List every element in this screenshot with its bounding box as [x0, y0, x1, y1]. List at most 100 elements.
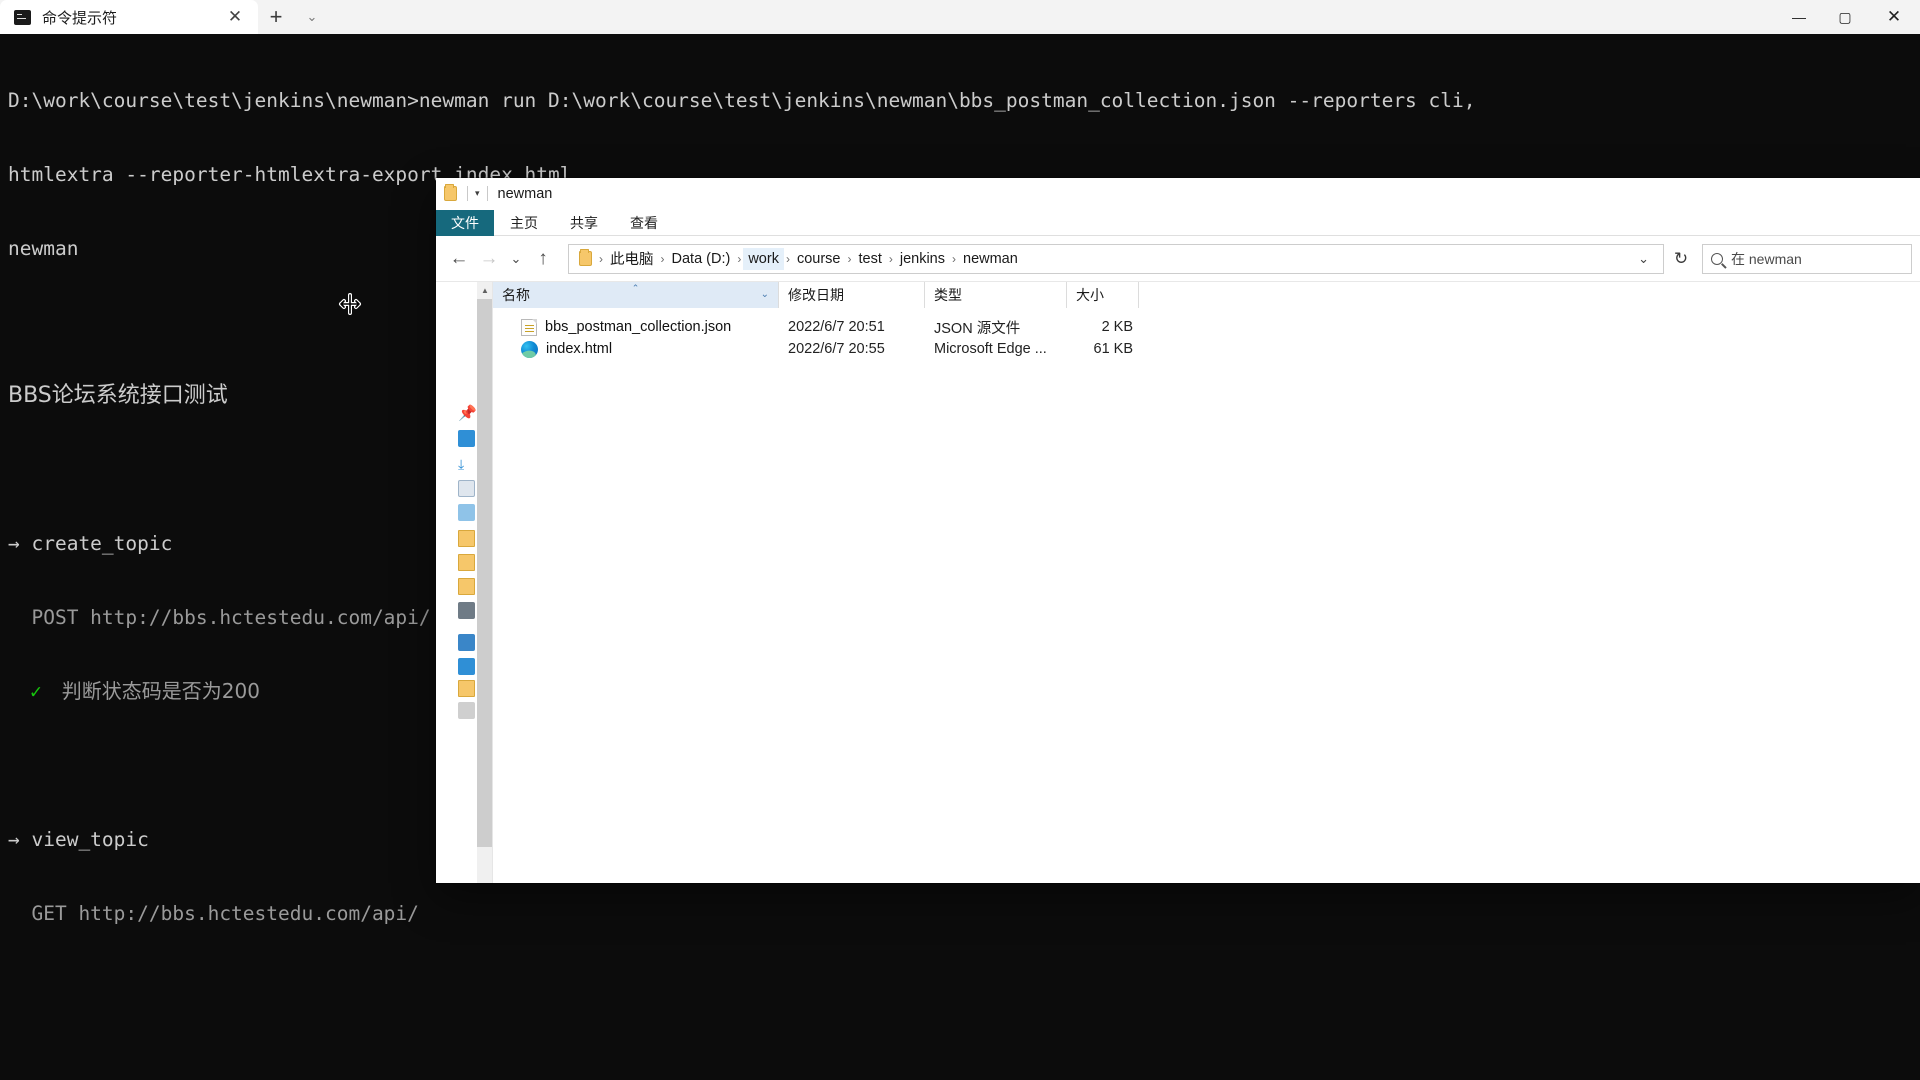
scrollbar-thumb[interactable] — [477, 299, 492, 847]
tab-share[interactable]: 共享 — [554, 210, 614, 236]
file-rows: bbs_postman_collection.json 2022/6/7 20:… — [493, 308, 1920, 360]
breadcrumb[interactable]: › 此电脑 › Data (D:) › work › course › test… — [568, 243, 1664, 274]
breadcrumb-separator: › — [952, 251, 956, 266]
library-icon[interactable] — [458, 702, 475, 719]
breadcrumb-item-course[interactable]: course — [792, 248, 846, 270]
file-date: 2022/6/7 20:51 — [788, 319, 885, 335]
terminal-titlebar: 命令提示符 ✕ + ⌄ — ▢ ✕ — [0, 0, 1920, 34]
folder-icon[interactable] — [458, 530, 475, 547]
folder-icon[interactable] — [458, 554, 475, 571]
tab-view[interactable]: 查看 — [614, 210, 674, 236]
close-icon: ✕ — [1886, 7, 1902, 26]
explorer-titlebar: ▾ newman — [436, 178, 1920, 210]
back-button[interactable]: ← — [444, 244, 474, 274]
ribbon-tabs: 文件 主页 共享 查看 — [436, 210, 1920, 236]
file-name: index.html — [546, 341, 613, 357]
breadcrumb-separator: › — [737, 251, 742, 266]
file-date: 2022/6/7 20:55 — [788, 341, 885, 357]
file-type: JSON 源文件 — [934, 320, 1021, 337]
downloads-icon[interactable]: ⤓ — [458, 456, 475, 473]
folder-icon — [579, 249, 592, 266]
forward-button[interactable]: → — [474, 244, 504, 274]
chevron-down-icon[interactable]: ⌄ — [1628, 251, 1659, 267]
scroll-up-arrow-icon[interactable]: ▲ — [477, 282, 492, 299]
file-explorer-window: ▾ newman 文件 主页 共享 查看 ← → ⌄ ↑ › 此电脑 › Dat… — [436, 178, 1920, 883]
breadcrumb-item-newman[interactable]: newman — [958, 248, 1023, 270]
file-size: 2 KB — [1101, 319, 1133, 335]
breadcrumb-item-test[interactable]: test — [853, 248, 886, 270]
this-pc-icon[interactable] — [458, 602, 475, 619]
folder-icon[interactable] — [458, 578, 475, 595]
column-header-type-label: 类型 — [934, 286, 962, 303]
desktop-icon[interactable] — [458, 430, 475, 447]
refresh-icon[interactable]: ↻ — [1666, 244, 1696, 274]
table-row[interactable]: index.html 2022/6/7 20:55 Microsoft Edge… — [493, 338, 1920, 360]
column-header-size-label: 大小 — [1076, 286, 1104, 303]
network-icon[interactable] — [458, 658, 475, 675]
breadcrumb-separator: › — [599, 251, 603, 266]
pictures-icon[interactable] — [458, 504, 475, 521]
breadcrumb-separator: › — [847, 251, 852, 266]
breadcrumb-separator: › — [785, 251, 790, 266]
search-input[interactable]: 在 newman — [1702, 243, 1912, 274]
column-header-date-modified[interactable]: 修改日期 — [779, 281, 925, 308]
edge-html-file-icon — [521, 340, 538, 358]
file-name-cell: bbs_postman_collection.json — [493, 318, 779, 336]
tab-home[interactable]: 主页 — [494, 210, 554, 236]
explorer-navigation-bar: ← → ⌄ ↑ › 此电脑 › Data (D:) › work › cours… — [436, 236, 1920, 282]
breadcrumb-separator: › — [660, 251, 665, 266]
console-icon — [14, 9, 31, 25]
column-header-name-label: 名称 — [502, 286, 530, 303]
tab-file[interactable]: 文件 — [436, 210, 494, 236]
file-size: 61 KB — [1093, 341, 1134, 357]
folder-icon[interactable] — [458, 680, 475, 697]
drive-icon[interactable] — [458, 634, 475, 651]
divider — [467, 186, 468, 201]
column-header-name[interactable]: ⌃ 名称 ⌄ — [493, 281, 779, 308]
documents-icon[interactable] — [458, 480, 475, 497]
recent-locations-button[interactable]: ⌄ — [504, 244, 528, 274]
chevron-down-icon[interactable]: ▾ — [475, 188, 480, 199]
table-row[interactable]: bbs_postman_collection.json 2022/6/7 20:… — [493, 316, 1920, 338]
maximize-button[interactable]: ▢ — [1822, 0, 1868, 34]
explorer-content: 📌 ⤓ ▲ ⌃ 名称 ⌄ 修改日期 类型 大小 bbs_postman_coll… — [436, 281, 1920, 883]
file-name-cell: index.html — [493, 340, 779, 358]
terminal-line-request-2-url: GET http://bbs.hctestedu.com/api/ — [8, 901, 419, 925]
up-button[interactable]: ↑ — [528, 244, 558, 274]
assertion-text: 判断状态码是否为200 — [61, 679, 260, 704]
column-header-date-label: 修改日期 — [788, 286, 844, 303]
breadcrumb-item-work[interactable]: work — [743, 247, 784, 270]
breadcrumb-separator: › — [888, 251, 893, 266]
json-file-icon — [521, 318, 537, 336]
file-list[interactable]: ⌃ 名称 ⌄ 修改日期 类型 大小 bbs_postman_collection… — [493, 281, 1920, 883]
chevron-down-icon[interactable]: ⌄ — [294, 0, 330, 34]
close-window-button[interactable]: ✕ — [1868, 0, 1920, 34]
check-icon: ✓ — [30, 680, 42, 704]
close-icon[interactable]: ✕ — [220, 4, 250, 30]
sort-ascending-icon: ⌃ — [631, 282, 640, 293]
terminal-line-command-1: D:\work\course\test\jenkins\newman>newma… — [8, 89, 1476, 113]
navigation-pane-scrollbar[interactable]: ▲ — [477, 282, 492, 883]
search-icon — [1711, 252, 1723, 265]
explorer-title: newman — [497, 185, 553, 202]
file-list-header: ⌃ 名称 ⌄ 修改日期 类型 大小 — [493, 281, 1920, 308]
search-placeholder: 在 newman — [1731, 250, 1802, 267]
pin-icon[interactable]: 📌 — [458, 404, 477, 422]
terminal-window-controls: — ▢ ✕ — [1776, 0, 1920, 34]
column-header-size[interactable]: 大小 — [1067, 281, 1139, 308]
column-header-type[interactable]: 类型 — [925, 281, 1067, 308]
minimize-button[interactable]: — — [1776, 0, 1822, 34]
chevron-down-icon[interactable]: ⌄ — [761, 289, 769, 300]
terminal-tab[interactable]: 命令提示符 ✕ — [0, 0, 258, 34]
breadcrumb-item-this-pc[interactable]: 此电脑 — [605, 245, 659, 272]
new-tab-button[interactable]: + — [258, 0, 294, 34]
folder-icon — [444, 184, 457, 201]
divider — [486, 186, 488, 201]
file-name: bbs_postman_collection.json — [545, 319, 732, 335]
terminal-tabstrip: 命令提示符 ✕ + ⌄ — [0, 0, 330, 34]
breadcrumb-item-jenkins[interactable]: jenkins — [895, 248, 950, 270]
terminal-tab-label: 命令提示符 — [42, 9, 118, 27]
breadcrumb-item-data-d[interactable]: Data (D:) — [667, 248, 736, 270]
file-type: Microsoft Edge ... — [934, 341, 1047, 357]
navigation-pane[interactable]: 📌 ⤓ ▲ — [436, 282, 493, 883]
